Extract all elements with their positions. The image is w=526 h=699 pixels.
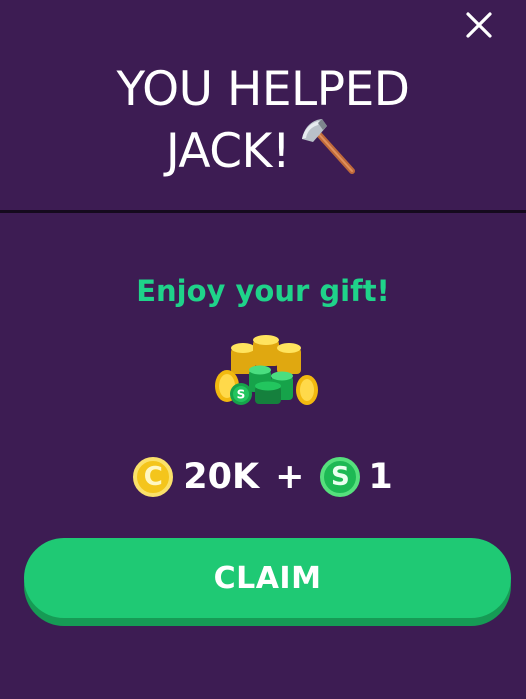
claim-button-label: CLAIM: [213, 560, 322, 596]
coins-and-cash-pile-icon: S: [215, 335, 318, 405]
title-line-1: YOU HELPED: [116, 62, 410, 117]
header-divider: [0, 210, 526, 213]
cash-icon: S: [320, 457, 361, 497]
svg-text:S: S: [237, 388, 246, 402]
close-icon[interactable]: [462, 8, 496, 42]
plus-sign: +: [275, 457, 305, 497]
coin-amount: 20K: [183, 457, 260, 497]
cash-amount: 1: [368, 457, 393, 497]
dialog-title: YOU HELPED JACK!: [0, 62, 526, 179]
reward-dialog: YOU HELPED JACK! Enjoy your gift! S C 20…: [0, 0, 526, 699]
claim-button[interactable]: CLAIM: [24, 538, 511, 618]
reward-amounts: C 20K + S 1: [0, 455, 526, 499]
coin-icon: C: [133, 457, 174, 497]
title-line-2: JACK!: [165, 124, 291, 179]
gift-subtitle: Enjoy your gift!: [136, 274, 390, 308]
axe-icon: [302, 119, 356, 174]
